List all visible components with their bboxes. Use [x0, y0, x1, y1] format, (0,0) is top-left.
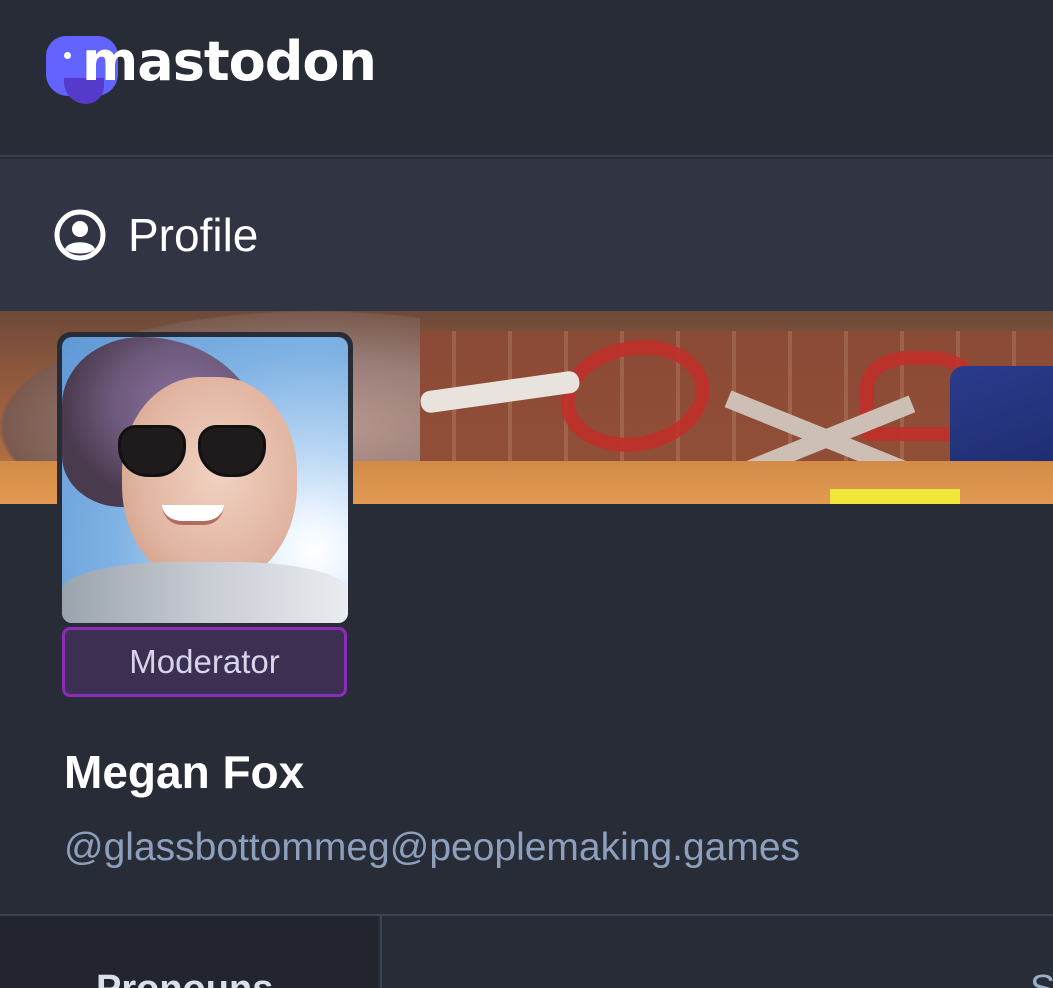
- role-badge: Moderator: [62, 627, 347, 697]
- avatar-frame: [57, 332, 353, 628]
- user-circle-icon: [54, 209, 106, 261]
- page-title: Profile: [128, 209, 259, 261]
- account-handle[interactable]: @glassbottommeg@peoplemaking.games: [64, 826, 800, 870]
- field-value-text: S: [1030, 968, 1053, 988]
- top-bar: mastodon: [0, 0, 1053, 157]
- display-name: Megan Fox: [64, 746, 305, 798]
- mastodon-logo[interactable]: mastodon: [46, 29, 377, 110]
- field-key: Pronouns: [0, 916, 378, 988]
- field-value: S: [380, 916, 1053, 988]
- logo-wordmark: mastodon: [82, 29, 377, 93]
- profile-fields: Pronouns S: [0, 916, 1053, 988]
- avatar[interactable]: [62, 337, 348, 623]
- column-header: Profile: [0, 159, 1053, 311]
- field-key-label: Pronouns: [96, 968, 273, 988]
